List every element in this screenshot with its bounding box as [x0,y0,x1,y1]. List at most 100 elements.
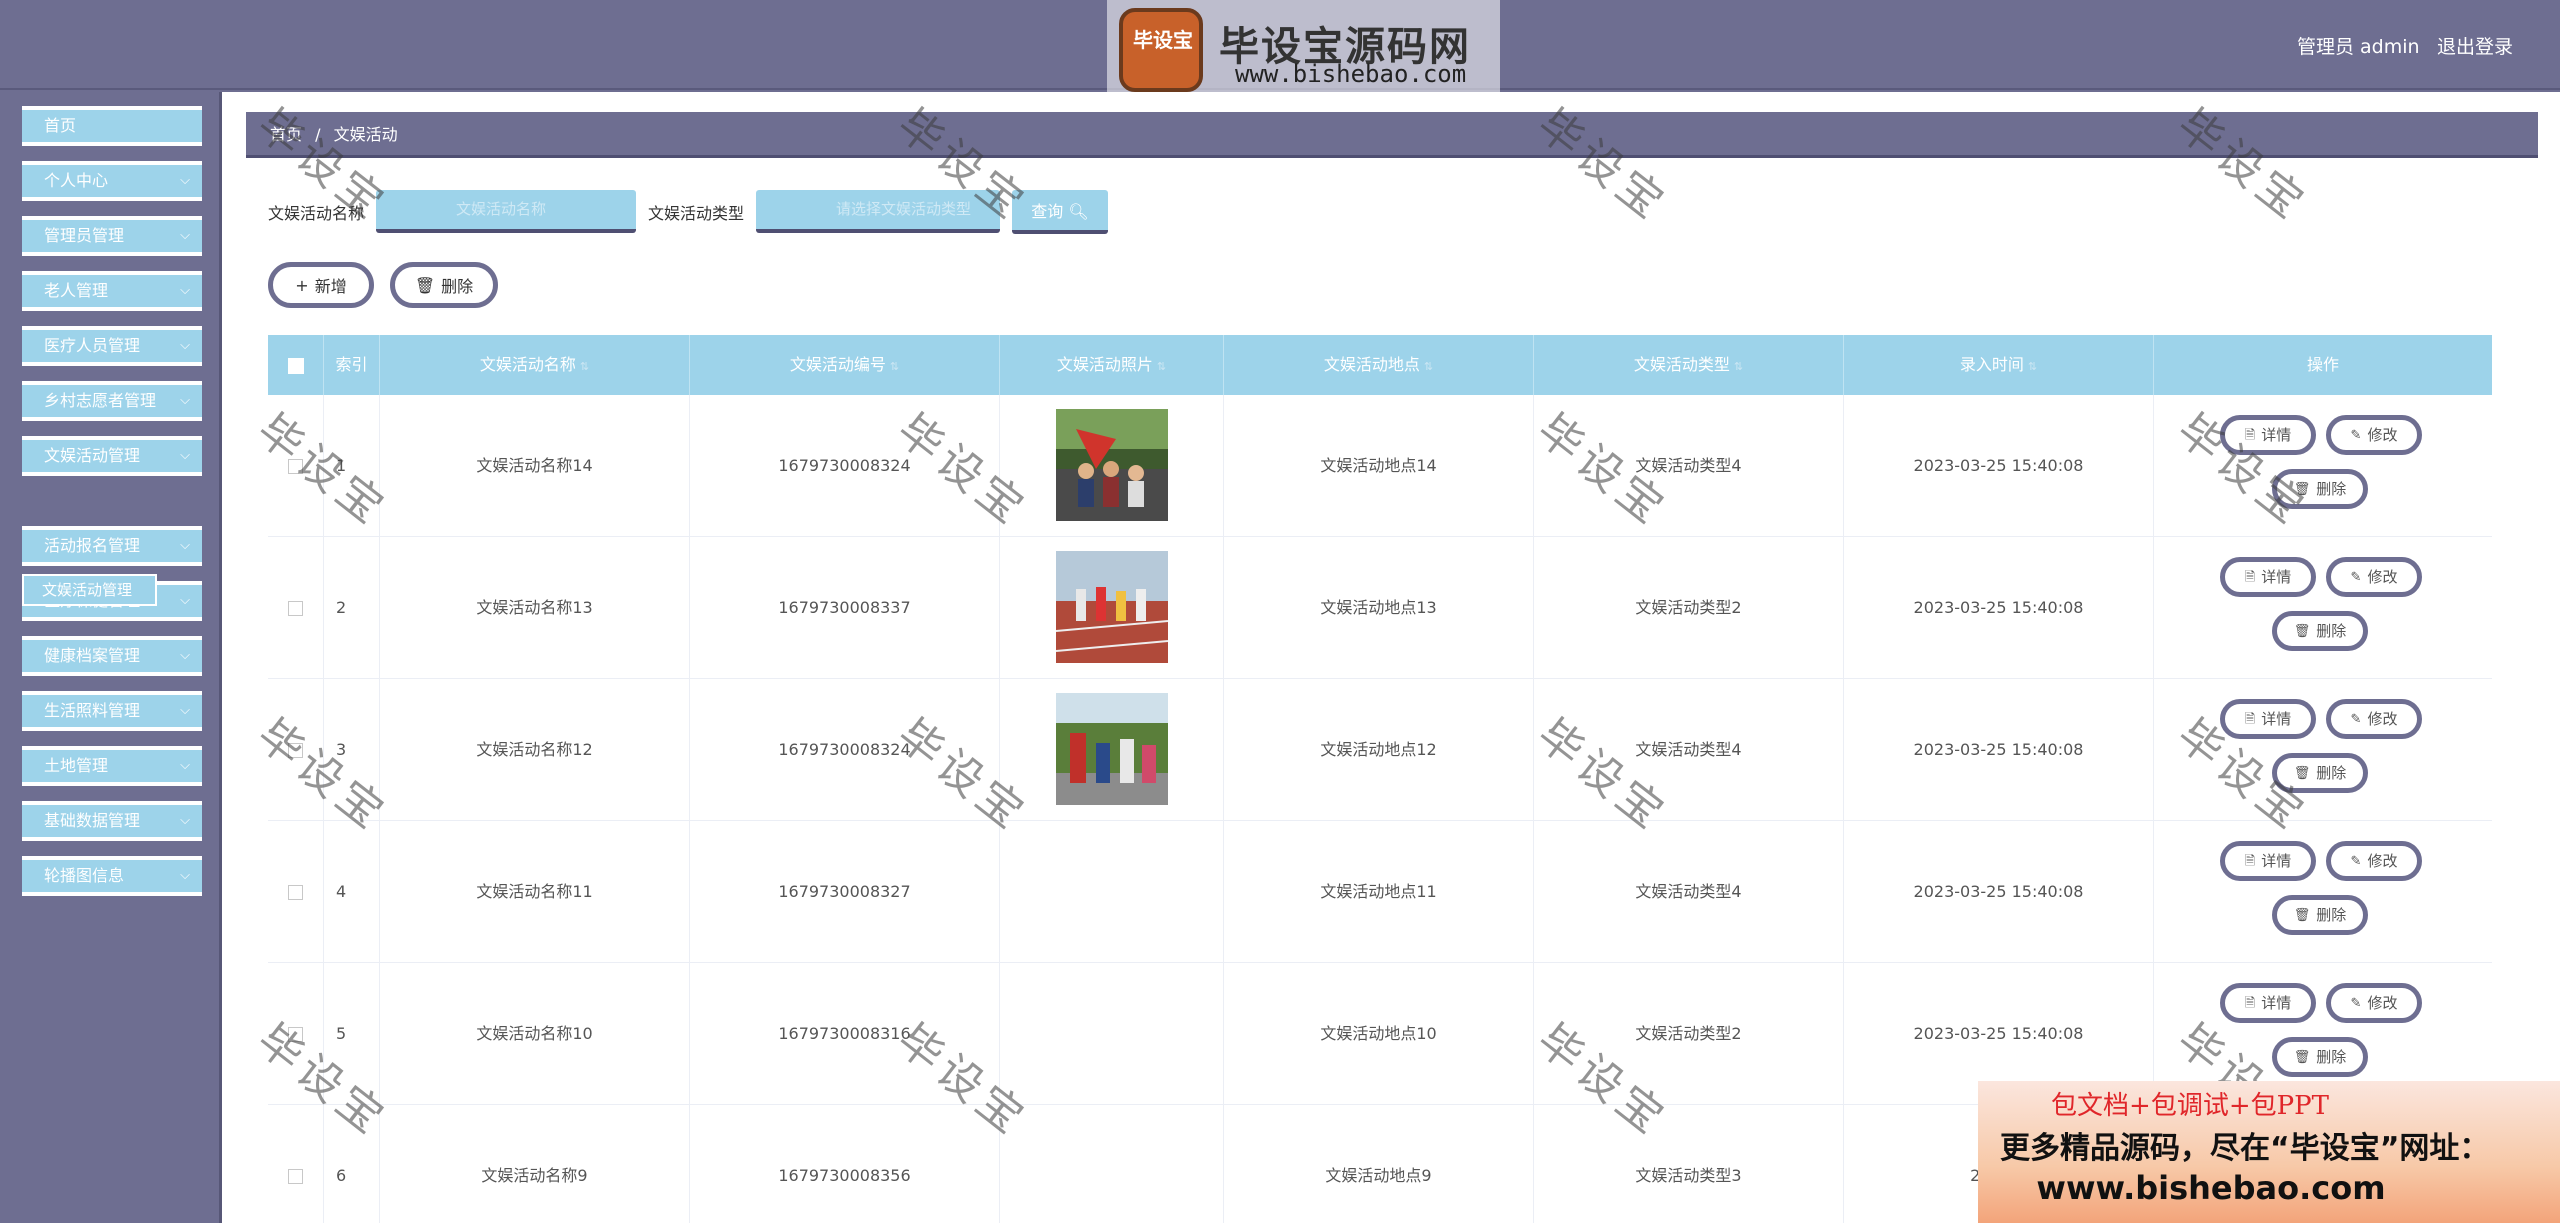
th-type[interactable]: 文娱活动类型 ⇅ [1534,335,1844,395]
row-delete-label: 删除 [2316,1047,2347,1066]
chevron-down-icon: ⌵ [180,703,190,718]
name-search-input[interactable] [376,190,636,233]
th-name[interactable]: 文娱活动名称 ⇅ [380,335,690,395]
row-checkbox[interactable] [288,459,303,474]
sort-icon[interactable]: ⇅ [1424,360,1433,373]
edit-button[interactable]: ✎︎ 修改 [2326,983,2422,1023]
cell-name-text: 文娱活动名称12 [476,740,593,759]
logout-link[interactable]: 退出登录 [2437,32,2513,59]
th-place[interactable]: 文娱活动地点 ⇅ [1224,335,1534,395]
table-row: 1 文娱活动名称14 1679730008324 文娱活动地点14 文娱活动类型4 202… [268,395,2492,537]
sidebar-item-12[interactable]: 基础数据管理 ⌵ [22,801,202,841]
table-row: 4 文娱活动名称11 1679730008327 文娱活动地点11 文娱活动类型4 202… [268,821,2492,963]
type-search-select[interactable] [756,190,1000,233]
row-checkbox[interactable] [288,885,303,900]
cell-time-text: 2023-03-25 15:40:08 [1913,1024,2084,1043]
cell-type-text: 文娱活动类型2 [1635,598,1742,617]
activity-photo[interactable] [1055,551,1169,663]
cell-type: 文娱活动类型4 [1534,679,1844,821]
detail-button[interactable]: 🗎︎ 详情 [2220,415,2316,455]
cell-place-text: 文娱活动地点9 [1325,1166,1432,1185]
detail-button[interactable]: 🗎︎ 详情 [2220,983,2316,1023]
chevron-down-icon: ⌵ [180,648,190,663]
sidebar-item-6[interactable]: 文娱活动管理 ⌵ [22,436,202,476]
row-checkbox[interactable] [288,1027,303,1042]
sort-icon[interactable]: ⇅ [890,360,899,373]
row-delete-label: 删除 [2316,905,2347,924]
cell-photo [1000,1105,1224,1223]
chevron-down-icon: ⌵ [180,448,190,463]
select-all-cell [268,335,324,395]
cell-checkbox [268,1105,324,1223]
detail-button[interactable]: 🗎︎ 详情 [2220,841,2316,881]
detail-button-label: 详情 [2261,425,2292,444]
plus-icon: + [295,275,309,295]
pencil-icon: ✎︎ [2350,995,2362,1011]
sidebar: 首页 个人中心 ⌵ 管理员管理 ⌵ 老人管理 ⌵ 医疗人员管理 ⌵ 乡村志愿者管理 ⌵ 文娱活动管理 ⌵… [0,92,222,1223]
row-delete-button[interactable]: 🗑︎ 删除 [2272,895,2368,935]
sidebar-item-13[interactable]: 轮播图信息 ⌵ [22,856,202,896]
chevron-down-icon: ⌵ [180,538,190,553]
edit-button[interactable]: ✎︎ 修改 [2326,841,2422,881]
cell-type-text: 文娱活动类型4 [1635,882,1742,901]
sidebar-item-10[interactable]: 生活照料管理 ⌵ [22,691,202,731]
sort-icon[interactable]: ⇅ [1157,360,1166,373]
row-checkbox[interactable] [288,1169,303,1184]
activity-photo[interactable] [1056,409,1168,521]
cell-code: 1679730008324 [690,395,1000,537]
batch-delete-button[interactable]: 🗑︎ 删除 [390,262,498,308]
cell-actions: 🗎︎ 详情 ✎︎ 修改 🗑︎ 删除 [2154,537,2492,679]
sidebar-item-3[interactable]: 老人管理 ⌵ [22,271,202,311]
row-delete-button[interactable]: 🗑︎ 删除 [2272,1037,2368,1077]
th-code[interactable]: 文娱活动编号 ⇅ [690,335,1000,395]
select-all-checkbox[interactable] [287,357,304,374]
cell-place: 文娱活动地点12 [1224,679,1534,821]
table-row: 3 文娱活动名称12 1679730008324 文娱活动地点12 文娱活动类型4 202… [268,679,2492,821]
row-delete-button[interactable]: 🗑︎ 删除 [2272,469,2368,509]
name-search-label: 文娱活动名称 [268,204,365,223]
edit-button[interactable]: ✎︎ 修改 [2326,699,2422,739]
table-row: 2 文娱活动名称13 1679730008337 文娱活动地点13 文娱活动类型2 202… [268,537,2492,679]
row-delete-button[interactable]: 🗑︎ 删除 [2272,611,2368,651]
row-delete-button[interactable]: 🗑︎ 删除 [2272,753,2368,793]
promo-line-2: 更多精品源码，尽在“毕设宝”网址： [2000,1131,2490,1166]
edit-button[interactable]: ✎︎ 修改 [2326,557,2422,597]
th-time-label: 录入时间 [1959,355,2024,374]
cell-code: 1679730008327 [690,821,1000,963]
edit-button[interactable]: ✎︎ 修改 [2326,415,2422,455]
row-checkbox[interactable] [288,601,303,616]
sort-icon[interactable]: ⇅ [580,360,589,373]
th-time[interactable]: 录入时间 ⇅ [1844,335,2154,395]
sidebar-item-1[interactable]: 个人中心 ⌵ [22,161,202,201]
pencil-icon: ✎︎ [2350,711,2362,727]
activity-photo[interactable] [1056,693,1168,805]
cell-name-text: 文娱活动名称11 [476,882,593,901]
sidebar-item-5[interactable]: 乡村志愿者管理 ⌵ [22,381,202,421]
edit-button-label: 修改 [2367,709,2398,728]
cell-type-text: 文娱活动类型4 [1635,456,1742,475]
chevron-down-icon: ⌵ [180,283,190,298]
sidebar-item-9[interactable]: 健康档案管理 ⌵ [22,636,202,676]
sort-icon[interactable]: ⇅ [2028,360,2037,373]
sidebar-item-0[interactable]: 首页 [22,106,202,146]
sidebar-item-4[interactable]: 医疗人员管理 ⌵ [22,326,202,366]
detail-button[interactable]: 🗎︎ 详情 [2220,699,2316,739]
add-button[interactable]: + 新增 [268,262,374,308]
sidebar-item-2[interactable]: 管理员管理 ⌵ [22,216,202,256]
cell-code-text: 1679730008337 [778,598,911,617]
th-photo[interactable]: 文娱活动照片 ⇅ [1000,335,1224,395]
cell-place: 文娱活动地点14 [1224,395,1534,537]
sidebar-item-label: 个人中心 [44,171,109,190]
submenu-item-activity-manage[interactable]: 文娱活动管理 [22,574,157,606]
breadcrumb-home[interactable]: 首页 [270,125,302,144]
sidebar-item-11[interactable]: 土地管理 ⌵ [22,746,202,786]
trash-icon: 🗑︎ [2293,907,2311,923]
search-button[interactable]: 查询 🔍︎ [1012,190,1108,234]
sidebar-item-7[interactable]: 活动报名管理 ⌵ [22,526,202,566]
sidebar-item-label: 管理员管理 [44,226,125,245]
cell-name-text: 文娱活动名称13 [476,598,593,617]
logo-url: www.bishebao.com [1235,60,1467,88]
row-checkbox[interactable] [288,743,303,758]
sort-icon[interactable]: ⇅ [1734,360,1743,373]
detail-button[interactable]: 🗎︎ 详情 [2220,557,2316,597]
